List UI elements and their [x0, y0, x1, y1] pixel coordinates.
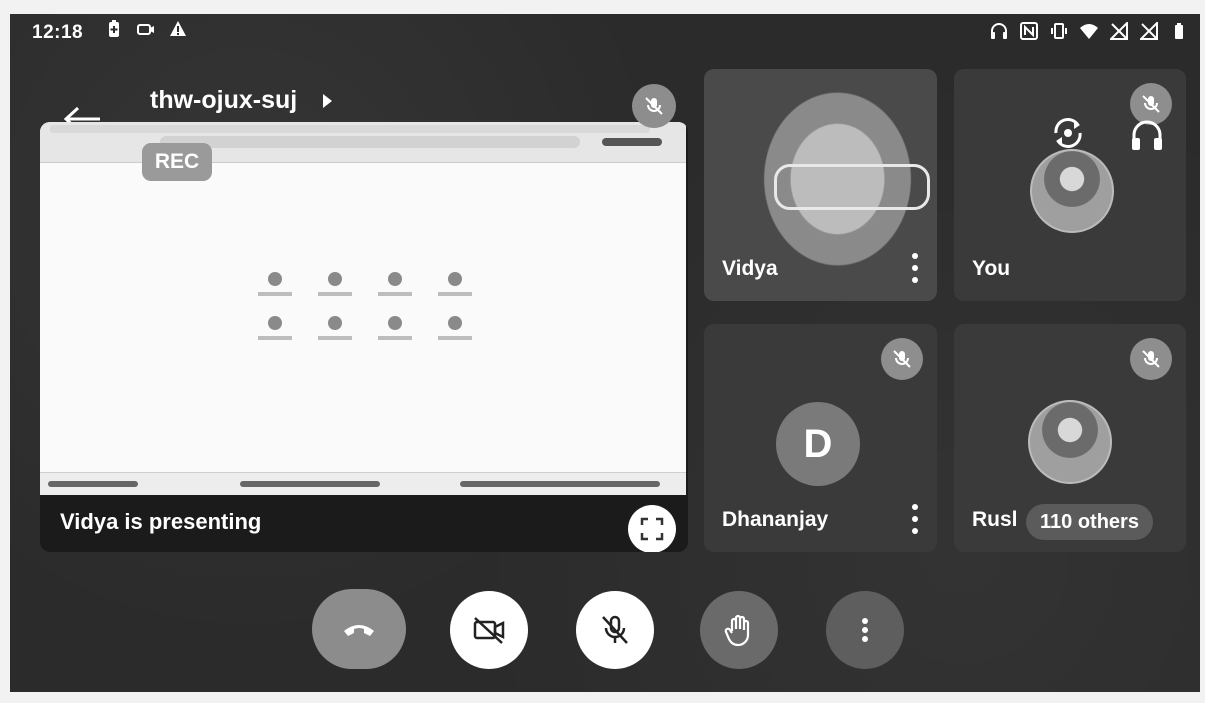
no-signal-icon	[1110, 22, 1128, 40]
mic-off-icon	[602, 615, 628, 644]
participant-tile-vidya[interactable]: Vidya	[704, 69, 937, 301]
camera-off-icon	[473, 617, 505, 644]
fullscreen-icon	[640, 517, 664, 541]
switch-camera-icon[interactable]	[1050, 115, 1086, 151]
status-time: 12:18	[32, 22, 84, 43]
presentation-tile[interactable]: REC Vidya is presenting	[40, 122, 688, 552]
participant-name: Vidya	[722, 257, 778, 280]
more-vert-icon[interactable]	[911, 504, 919, 534]
more-options-button[interactable]	[826, 591, 904, 669]
presenter-mic-off-indicator	[632, 84, 676, 128]
mic-off-indicator	[1130, 338, 1172, 380]
fullscreen-button[interactable]	[628, 505, 676, 552]
mic-off-icon	[1142, 95, 1160, 113]
mic-off-icon	[893, 350, 911, 368]
raise-hand-icon	[724, 614, 750, 647]
participant-name: Dhananjay	[722, 508, 829, 531]
status-right-icons	[990, 22, 1188, 40]
avatar	[1030, 149, 1114, 233]
mic-off-icon	[645, 97, 663, 115]
avatar: D	[776, 402, 860, 486]
more-vert-icon	[862, 618, 868, 642]
battery-saver-icon	[109, 20, 119, 37]
avatar	[1028, 400, 1112, 484]
shared-browser-bar	[40, 122, 686, 163]
camera-icon	[137, 24, 154, 35]
mic-toggle-button[interactable]	[576, 591, 654, 669]
others-count-badge[interactable]: 110 others	[1026, 504, 1153, 540]
mic-off-icon	[1142, 350, 1160, 368]
participant-tile-dhananjay[interactable]: D Dhananjay	[704, 324, 937, 552]
raise-hand-button[interactable]	[700, 591, 778, 669]
wifi-icon	[1080, 24, 1098, 39]
meeting-code[interactable]: thw-ojux-suj	[150, 86, 297, 115]
mic-off-indicator	[881, 338, 923, 380]
meet-screen: 12:18 thw-ojux-suj REC Vidya is presenti…	[10, 14, 1200, 692]
shared-shortcuts-grid	[245, 272, 485, 340]
warning-icon	[170, 21, 186, 36]
end-call-button[interactable]	[312, 589, 406, 669]
participant-name: You	[972, 257, 1011, 280]
participant-tile-you[interactable]: You	[954, 69, 1186, 301]
status-left-icons	[105, 20, 187, 38]
presenting-label: Vidya is presenting	[60, 509, 262, 534]
meeting-details-arrow-icon[interactable]	[323, 94, 332, 108]
headphones-icon	[991, 23, 1007, 39]
call-controls	[10, 579, 1200, 679]
battery-icon	[1175, 23, 1183, 39]
participant-tile-others[interactable]: Rusl 110 others	[954, 324, 1186, 552]
shared-screen: REC	[40, 122, 686, 495]
end-call-icon	[344, 625, 374, 636]
headphones-icon[interactable]	[1130, 119, 1164, 153]
shared-taskbar	[40, 472, 686, 495]
recording-badge: REC	[142, 143, 212, 181]
vibrate-icon	[1051, 23, 1067, 39]
camera-toggle-button[interactable]	[450, 591, 528, 669]
no-signal-icon	[1140, 22, 1158, 40]
status-bar: 12:18	[10, 14, 1200, 52]
participant-name: Rusl	[972, 508, 1018, 531]
more-vert-icon[interactable]	[911, 253, 919, 283]
nfc-icon	[1020, 22, 1038, 40]
